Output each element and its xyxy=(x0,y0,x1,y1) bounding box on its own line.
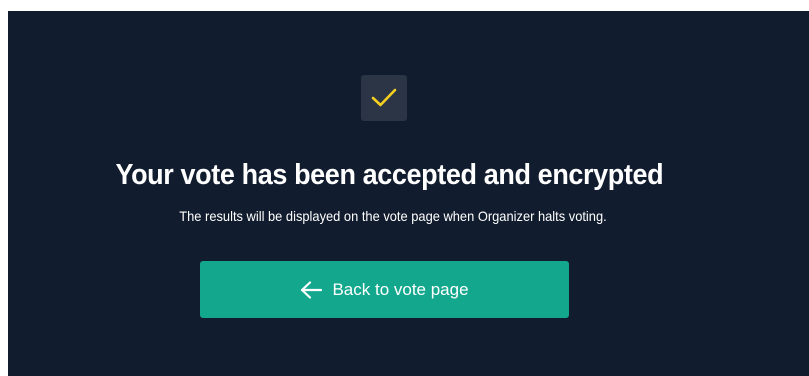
confirmation-title: Your vote has been accepted and encrypte… xyxy=(115,159,664,191)
checkmark-icon xyxy=(371,88,397,107)
checkmark-badge xyxy=(361,75,407,121)
confirmation-message: The results will be displayed on the vot… xyxy=(179,208,607,224)
back-to-vote-page-button[interactable]: Back to vote page xyxy=(200,261,569,318)
arrow-left-icon xyxy=(301,280,323,299)
back-button-label: Back to vote page xyxy=(332,279,469,299)
confirmation-panel: Your vote has been accepted and encrypte… xyxy=(8,11,809,376)
